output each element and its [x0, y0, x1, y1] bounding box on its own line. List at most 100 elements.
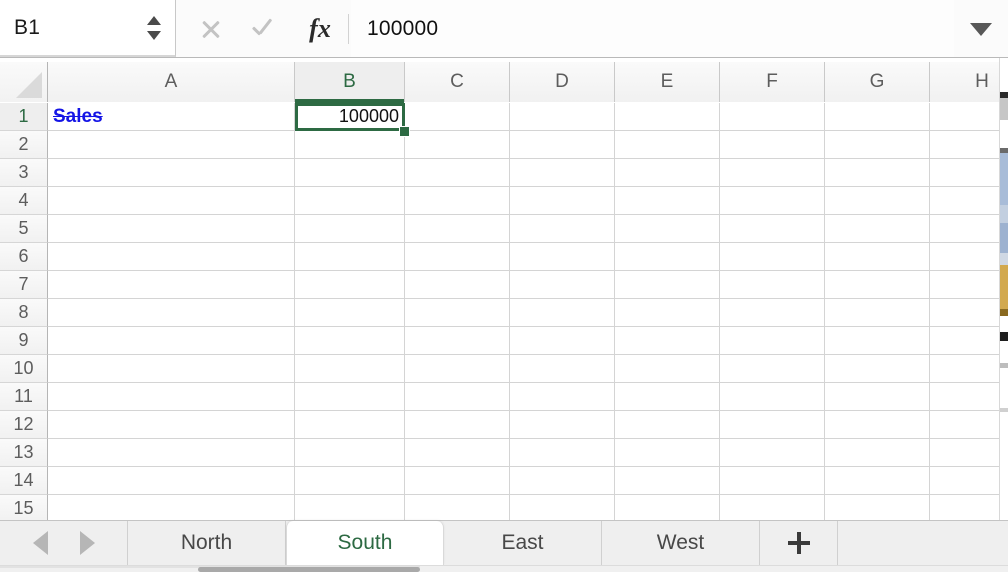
cell-C8[interactable]	[405, 299, 510, 327]
cell-F15[interactable]	[720, 495, 825, 520]
row-header-5[interactable]: 5	[0, 215, 48, 243]
sheet-tab-south[interactable]: South	[286, 521, 444, 565]
cell-B11[interactable]	[295, 383, 405, 411]
cell-F13[interactable]	[720, 439, 825, 467]
accept-edit-button[interactable]	[238, 0, 292, 58]
cell-E4[interactable]	[615, 187, 720, 215]
cell-E6[interactable]	[615, 243, 720, 271]
name-box[interactable]: B1	[0, 0, 176, 57]
cell-A12[interactable]	[48, 411, 295, 439]
fill-handle[interactable]	[399, 126, 410, 137]
cell-D9[interactable]	[510, 327, 615, 355]
cell-F3[interactable]	[720, 159, 825, 187]
cell-B3[interactable]	[295, 159, 405, 187]
cell-G12[interactable]	[825, 411, 930, 439]
cell-A4[interactable]	[48, 187, 295, 215]
cell-E1[interactable]	[615, 103, 720, 131]
cell-C2[interactable]	[405, 131, 510, 159]
cell-A1[interactable]: Sales	[48, 103, 295, 131]
cell-H7[interactable]	[930, 271, 1008, 299]
cell-B8[interactable]	[295, 299, 405, 327]
column-header-g[interactable]: G	[825, 62, 930, 102]
cell-A8[interactable]	[48, 299, 295, 327]
cell-F8[interactable]	[720, 299, 825, 327]
cell-H5[interactable]	[930, 215, 1008, 243]
cell-A13[interactable]	[48, 439, 295, 467]
row-header-1[interactable]: 1	[0, 103, 48, 131]
row-header-4[interactable]: 4	[0, 187, 48, 215]
cell-C12[interactable]	[405, 411, 510, 439]
cell-A5[interactable]	[48, 215, 295, 243]
cell-A2[interactable]	[48, 131, 295, 159]
cell-C9[interactable]	[405, 327, 510, 355]
column-header-a[interactable]: A	[48, 62, 295, 102]
cell-G13[interactable]	[825, 439, 930, 467]
cell-G4[interactable]	[825, 187, 930, 215]
cell-G1[interactable]	[825, 103, 930, 131]
cell-G14[interactable]	[825, 467, 930, 495]
cell-H13[interactable]	[930, 439, 1008, 467]
cell-G10[interactable]	[825, 355, 930, 383]
cell-G8[interactable]	[825, 299, 930, 327]
cell-D2[interactable]	[510, 131, 615, 159]
cell-C7[interactable]	[405, 271, 510, 299]
insert-function-button[interactable]: fx	[292, 0, 348, 58]
cell-E10[interactable]	[615, 355, 720, 383]
cell-F6[interactable]	[720, 243, 825, 271]
cell-F12[interactable]	[720, 411, 825, 439]
cell-F11[interactable]	[720, 383, 825, 411]
cell-E11[interactable]	[615, 383, 720, 411]
cell-D4[interactable]	[510, 187, 615, 215]
sheet-tab-west[interactable]: West	[602, 521, 760, 565]
cell-H1[interactable]	[930, 103, 1008, 131]
cell-B2[interactable]	[295, 131, 405, 159]
cell-D6[interactable]	[510, 243, 615, 271]
cell-D11[interactable]	[510, 383, 615, 411]
cell-E7[interactable]	[615, 271, 720, 299]
cell-H10[interactable]	[930, 355, 1008, 383]
cell-A11[interactable]	[48, 383, 295, 411]
document-minimap-scrollbar[interactable]	[999, 58, 1008, 520]
row-header-15[interactable]: 15	[0, 495, 48, 520]
cell-B4[interactable]	[295, 187, 405, 215]
cell-B15[interactable]	[295, 495, 405, 520]
row-header-6[interactable]: 6	[0, 243, 48, 271]
cell-C3[interactable]	[405, 159, 510, 187]
cell-B7[interactable]	[295, 271, 405, 299]
cell-D13[interactable]	[510, 439, 615, 467]
cell-G9[interactable]	[825, 327, 930, 355]
row-header-13[interactable]: 13	[0, 439, 48, 467]
cell-A15[interactable]	[48, 495, 295, 520]
cell-B12[interactable]	[295, 411, 405, 439]
row-header-7[interactable]: 7	[0, 271, 48, 299]
cell-F5[interactable]	[720, 215, 825, 243]
cell-F14[interactable]	[720, 467, 825, 495]
cell-D7[interactable]	[510, 271, 615, 299]
cell-B10[interactable]	[295, 355, 405, 383]
cell-E3[interactable]	[615, 159, 720, 187]
cell-D12[interactable]	[510, 411, 615, 439]
cell-G6[interactable]	[825, 243, 930, 271]
cell-D5[interactable]	[510, 215, 615, 243]
cell-C5[interactable]	[405, 215, 510, 243]
sheet-tab-north[interactable]: North	[128, 521, 286, 565]
cell-H11[interactable]	[930, 383, 1008, 411]
cell-G3[interactable]	[825, 159, 930, 187]
cell-D10[interactable]	[510, 355, 615, 383]
cell-A9[interactable]	[48, 327, 295, 355]
cell-H4[interactable]	[930, 187, 1008, 215]
column-header-h[interactable]: H	[930, 62, 1008, 102]
column-header-f[interactable]: F	[720, 62, 825, 102]
cell-E2[interactable]	[615, 131, 720, 159]
cell-A3[interactable]	[48, 159, 295, 187]
cell-G2[interactable]	[825, 131, 930, 159]
cell-F4[interactable]	[720, 187, 825, 215]
row-header-11[interactable]: 11	[0, 383, 48, 411]
cell-E13[interactable]	[615, 439, 720, 467]
row-header-3[interactable]: 3	[0, 159, 48, 187]
cell-H12[interactable]	[930, 411, 1008, 439]
cell-H14[interactable]	[930, 467, 1008, 495]
row-header-14[interactable]: 14	[0, 467, 48, 495]
formula-input[interactable]: 100000	[351, 0, 954, 57]
horizontal-scrollbar-thumb[interactable]	[198, 567, 420, 572]
